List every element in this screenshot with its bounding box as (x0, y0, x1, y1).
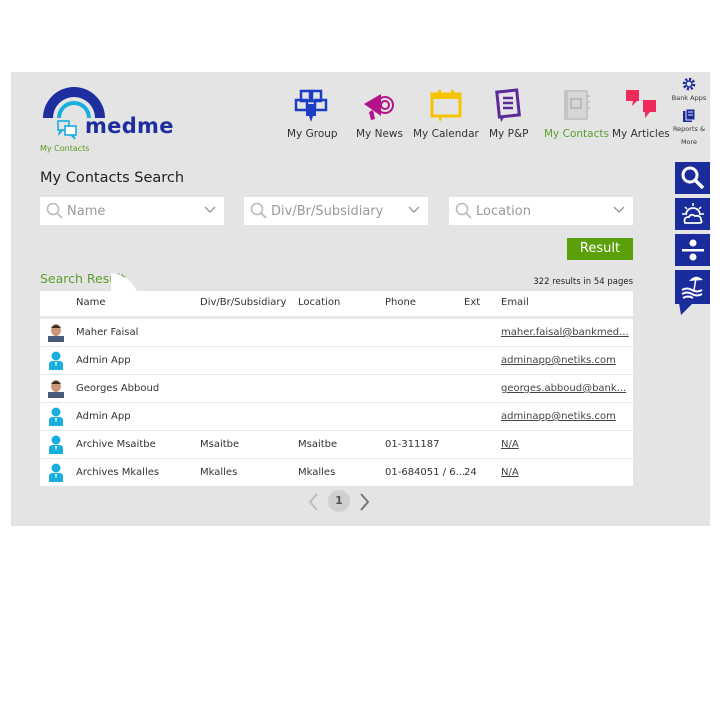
nav-my-articles[interactable]: My Articles (612, 88, 670, 140)
contacts-book-icon (564, 90, 591, 120)
name-search-select[interactable]: Name (40, 197, 224, 225)
nav-my-pp[interactable]: My P&P (489, 88, 528, 140)
person-icon (48, 463, 64, 482)
bank-apps-link[interactable]: Bank Apps (671, 76, 707, 104)
table-header: Name Div/Br/Subsidiary Location Phone Ex… (40, 291, 633, 318)
previous-page-chevron-icon[interactable] (307, 492, 321, 512)
reports-link[interactable]: Reports & More (671, 108, 707, 149)
avatar-photo (48, 379, 64, 398)
cell-div: Mkalles (200, 467, 238, 478)
column-header-location[interactable]: Location (298, 297, 340, 308)
person-icon (48, 435, 64, 454)
cell-location: Msaitbe (298, 439, 338, 450)
nav-my-calendar[interactable]: My Calendar (413, 88, 479, 140)
table-row[interactable]: Admin App adminapp@netiks.com (40, 346, 633, 374)
column-header-name[interactable]: Name (76, 297, 106, 308)
app-window: medme My Contacts My Group My News My Ca… (11, 72, 710, 526)
side-divide-button[interactable] (675, 234, 710, 266)
gear-icon (682, 77, 696, 91)
cell-email[interactable]: maher.faisal@bankmed... (501, 327, 629, 338)
column-header-email[interactable]: Email (501, 297, 529, 308)
nav-label: My News (356, 128, 403, 140)
side-weather-button[interactable] (675, 198, 710, 230)
chevron-down-icon (408, 206, 420, 213)
medme-logo[interactable]: medme (39, 76, 179, 142)
cell-name: Archives Mkalles (76, 467, 160, 478)
table-row[interactable]: Archives Mkalles Mkalles Mkalles 01-684051 … (40, 458, 633, 486)
cell-ext: 24 (464, 467, 477, 478)
cell-email[interactable]: N/A (501, 467, 519, 478)
person-icon (48, 351, 64, 370)
person-icon (48, 407, 64, 426)
side-beach-button[interactable] (675, 270, 710, 304)
chevron-down-icon (613, 206, 625, 213)
cell-name: Maher Faisal (76, 327, 139, 338)
cell-email[interactable]: adminapp@netiks.com (501, 411, 616, 422)
cell-email[interactable]: N/A (501, 439, 519, 450)
avatar-photo (48, 323, 64, 342)
location-placeholder: Location (476, 204, 531, 219)
search-icon (46, 202, 63, 219)
table-row[interactable]: Maher Faisal maher.faisal@bankmed... (40, 318, 633, 346)
logo-text: medme (85, 114, 174, 138)
reports-more-label: More (680, 138, 698, 146)
nav-label: My P&P (489, 128, 529, 140)
nav-label: My Calendar (413, 128, 479, 140)
cell-name: Admin App (76, 355, 131, 366)
cell-div: Msaitbe (200, 439, 240, 450)
nav-label: My Group (287, 128, 338, 140)
weather-icon (681, 203, 704, 224)
reports-label: Reports & (672, 125, 706, 133)
beach-icon (680, 276, 703, 299)
results-count: 322 results in 54 pages (533, 277, 633, 287)
calendar-icon (430, 90, 462, 122)
breadcrumb[interactable]: My Contacts (40, 144, 89, 153)
nav-label: My Articles (612, 128, 670, 140)
nav-label: My Contacts (544, 128, 609, 140)
document-icon (494, 88, 521, 122)
results-table: Name Div/Br/Subsidiary Location Phone Ex… (40, 291, 633, 486)
bank-apps-label: Bank Apps (671, 94, 707, 102)
table-row[interactable]: Admin App adminapp@netiks.com (40, 402, 633, 430)
division-placeholder: Div/Br/Subsidiary (271, 204, 384, 219)
group-icon (295, 89, 328, 122)
cell-phone: 01-684051 / 6... (385, 467, 466, 478)
division-search-select[interactable]: Div/Br/Subsidiary (244, 197, 428, 225)
location-search-select[interactable]: Location (449, 197, 633, 225)
column-header-phone[interactable]: Phone (385, 297, 416, 308)
name-placeholder: Name (67, 204, 106, 219)
cell-email[interactable]: georges.abboud@bank... (501, 383, 626, 394)
side-search-button[interactable] (675, 162, 710, 194)
column-header-ext[interactable]: Ext (464, 297, 480, 308)
speech-bubbles-icon (625, 90, 656, 118)
cell-name: Archive Msaitbe (76, 439, 156, 450)
cell-name: Georges Abboud (76, 383, 160, 394)
megaphone-icon (364, 94, 395, 120)
search-icon (455, 202, 472, 219)
reports-icon (683, 108, 696, 122)
table-row[interactable]: Georges Abboud georges.abboud@bank... (40, 374, 633, 402)
page-number-current[interactable]: 1 (328, 490, 350, 512)
divide-icon (681, 239, 704, 261)
column-header-division[interactable]: Div/Br/Subsidiary (200, 297, 286, 308)
nav-my-group[interactable]: My Group (287, 88, 338, 140)
cell-location: Mkalles (298, 467, 336, 478)
result-button[interactable]: Result (567, 238, 633, 260)
chat-bubbles-icon (57, 120, 77, 140)
next-page-chevron-icon[interactable] (357, 492, 371, 512)
page-title: My Contacts Search (40, 170, 185, 186)
tab-curve-decoration (111, 273, 137, 291)
nav-my-news[interactable]: My News (356, 88, 403, 140)
nav-my-contacts[interactable]: My Contacts (544, 88, 609, 140)
cell-email[interactable]: adminapp@netiks.com (501, 355, 616, 366)
table-row[interactable]: Archive Msaitbe Msaitbe Msaitbe 01-311187 N/… (40, 430, 633, 458)
search-icon (681, 166, 704, 190)
cell-phone: 01-311187 (385, 439, 440, 450)
chevron-down-icon (204, 206, 216, 213)
search-icon (250, 202, 267, 219)
cell-name: Admin App (76, 411, 131, 422)
side-pointer-tail (679, 303, 693, 315)
